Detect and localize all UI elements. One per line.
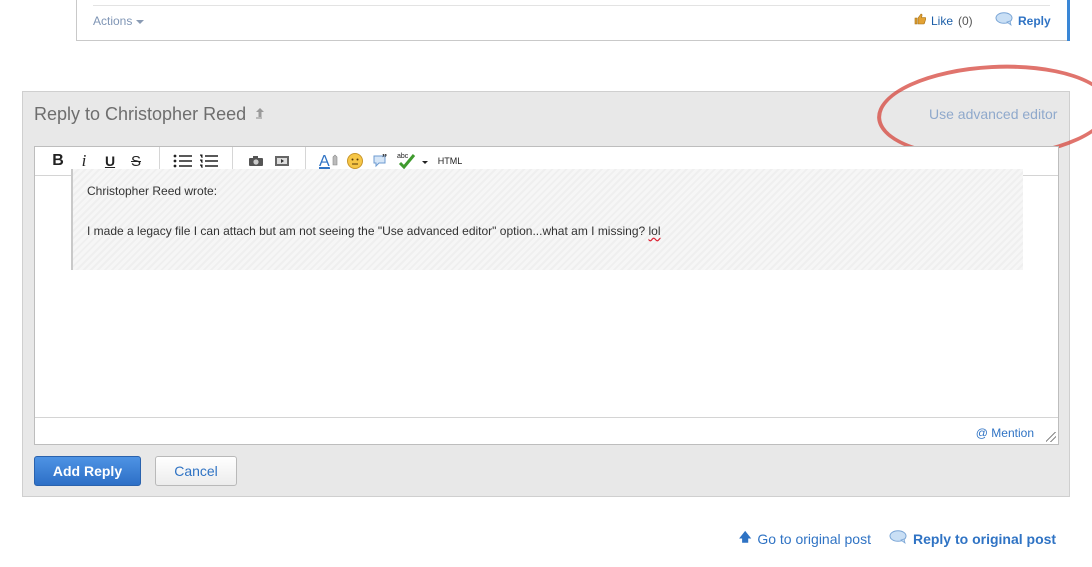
- arrow-up-icon: 🡅: [739, 530, 752, 544]
- post-divider: [93, 5, 1050, 6]
- post-card: Actions Like (0) Reply: [76, 0, 1070, 41]
- actions-menu[interactable]: Actions: [93, 14, 145, 28]
- speech-bubble-icon: [889, 530, 907, 547]
- speech-bubble-icon: [995, 12, 1013, 29]
- post-card-accent: [1067, 0, 1070, 41]
- like-label: Like: [931, 13, 954, 28]
- reply-to-original-label: Reply to original post: [912, 530, 1057, 547]
- reply-panel: Reply to Christopher Reed Use advanced e…: [22, 58, 1092, 497]
- reply-to-original-post-link[interactable]: Reply to original post: [889, 530, 1056, 547]
- bold-button[interactable]: B: [45, 150, 71, 172]
- mention-link[interactable]: @ Mention: [976, 426, 1034, 440]
- rich-text-editor[interactable]: B i U S A ” abc HTML Christopher Reed wr…: [34, 146, 1059, 445]
- quoted-message: Christopher Reed wrote: I made a legacy …: [71, 169, 1023, 270]
- quote-text: I made a legacy file I can attach but am…: [87, 224, 649, 238]
- svg-text:”: ”: [382, 153, 387, 164]
- quote-author-line: Christopher Reed wrote:: [87, 184, 218, 198]
- like-count: (0): [958, 13, 973, 28]
- resize-handle-icon[interactable]: [1046, 432, 1056, 442]
- actions-label: Actions: [93, 14, 133, 28]
- cancel-button[interactable]: Cancel: [155, 456, 237, 486]
- editor-footer: @ Mention: [35, 417, 1058, 444]
- add-reply-button[interactable]: Add Reply: [34, 456, 141, 486]
- bottom-links: 🡅 Go to original post Reply to original …: [739, 528, 1056, 549]
- svg-text:A: A: [319, 153, 330, 170]
- reply-title: Reply to Christopher Reed: [34, 104, 266, 125]
- like-button[interactable]: Like (0): [914, 13, 973, 28]
- go-to-original-post-link[interactable]: 🡅 Go to original post: [739, 528, 871, 549]
- arrow-up-icon: [254, 104, 266, 125]
- reply-label: Reply: [1018, 13, 1051, 28]
- misspelled-word: lol: [648, 224, 661, 238]
- thumbs-up-icon: [914, 13, 927, 28]
- spellcheck-text: abc: [397, 153, 409, 160]
- chevron-down-icon: [136, 19, 145, 24]
- reply-title-text: Reply to Christopher Reed: [34, 104, 247, 124]
- reply-link[interactable]: Reply: [995, 12, 1051, 29]
- quote-body: I made a legacy file I can attach but am…: [87, 221, 1009, 241]
- use-advanced-editor-link[interactable]: Use advanced editor: [929, 106, 1057, 122]
- go-to-original-label: Go to original post: [757, 530, 871, 547]
